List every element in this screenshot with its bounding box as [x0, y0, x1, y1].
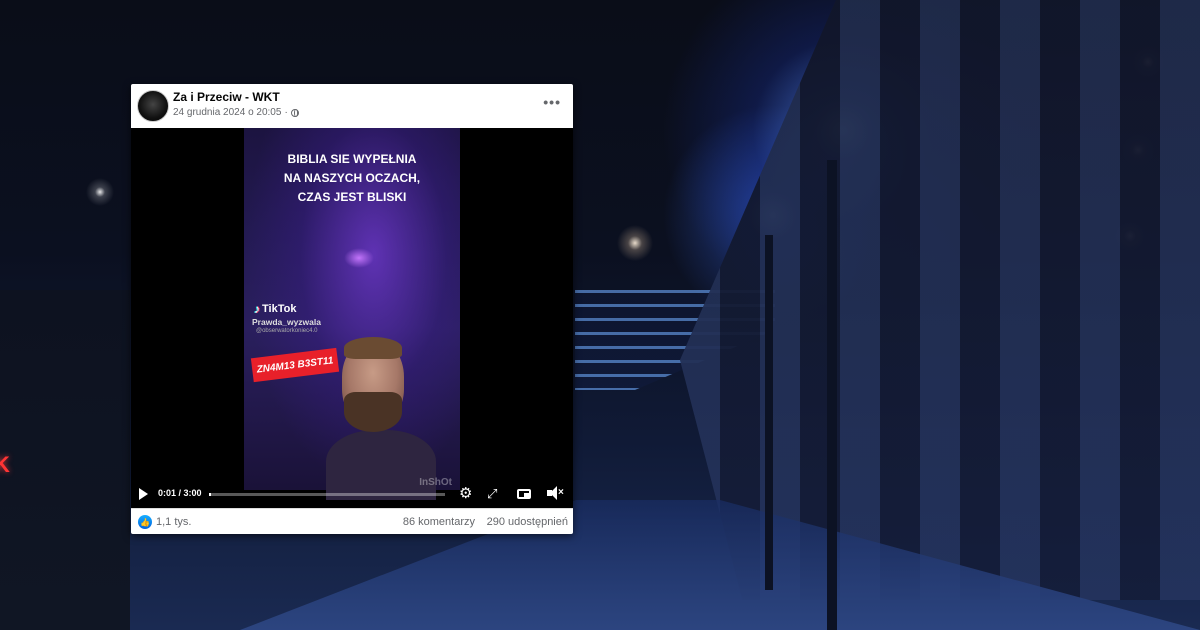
progress-bar[interactable] [209, 493, 445, 496]
duration: 3:00 [183, 488, 202, 498]
page-avatar[interactable] [137, 90, 169, 122]
time-separator: / [176, 488, 184, 498]
progress-fill [209, 493, 212, 496]
post-timestamp[interactable]: 24 grudnia 2024 o 20:05 [173, 107, 281, 118]
facebook-post-card: Za i Przeciw - WKT 24 grudnia 2024 o 20:… [131, 84, 573, 534]
play-icon[interactable] [139, 488, 148, 500]
post-meta: 24 grudnia 2024 o 20:05 · [173, 107, 299, 118]
tiktok-logo: ♪ TikTok [254, 302, 296, 316]
expand-icon[interactable]: ⤢ [487, 486, 497, 502]
speaker-cone [550, 486, 557, 500]
comments-count[interactable]: 86 komentarzy [403, 516, 475, 528]
tiktok-label: TikTok [262, 303, 297, 315]
video-caption: BIBLIA SIE WYPEŁNIA NA NASZYCH OCZACH, C… [244, 150, 460, 207]
purple-light [344, 248, 374, 268]
person-beard [344, 392, 402, 432]
video-time: 0:01 / 3:00 [158, 488, 202, 498]
tiktok-handle: Prawda_wyzwala [252, 317, 321, 327]
page-name-link[interactable]: Za i Przeciw - WKT [173, 90, 280, 104]
tiktok-note-icon: ♪ [254, 302, 260, 316]
post-header: Za i Przeciw - WKT 24 grudnia 2024 o 20:… [131, 84, 573, 128]
red-neon-sign: K [0, 452, 10, 477]
mute-mark: × [558, 487, 564, 498]
shares-count[interactable]: 290 udostępnień [487, 516, 568, 528]
more-options-icon[interactable]: ••• [543, 94, 561, 110]
gear-icon[interactable]: ⚙ [459, 486, 472, 502]
video-player[interactable]: BIBLIA SIE WYPEŁNIA NA NASZYCH OCZACH, C… [131, 128, 573, 508]
picture-in-picture-icon[interactable] [517, 489, 531, 499]
caption-line: CZAS JEST BLISKI [297, 190, 407, 204]
caption-line: BIBLIA SIE WYPEŁNIA [287, 152, 417, 166]
left-wall-background [0, 290, 130, 630]
post-footer: 👍 1,1 tys. 86 komentarzy 290 udostępnień [131, 508, 573, 534]
red-sticker: ZN4M13 B3ST11 [250, 347, 340, 383]
thumbs-up-icon: 👍 [138, 515, 152, 529]
caption-line: NA NASZYCH OCZACH, [283, 171, 421, 185]
person-hair [344, 337, 402, 359]
globe-icon [290, 108, 299, 117]
lamp-post [765, 235, 773, 590]
video-controls: 0:01 / 3:00 ⚙ ⤢ × [131, 480, 573, 508]
person-in-video [326, 337, 436, 500]
current-time: 0:01 [158, 488, 177, 498]
tiktok-sub-handle: @obserwatorkoniec4.0 [256, 328, 318, 334]
reactions-count[interactable]: 1,1 tys. [156, 516, 191, 528]
meta-separator: · [284, 107, 288, 118]
lamp-post [827, 160, 837, 630]
video-frame: BIBLIA SIE WYPEŁNIA NA NASZYCH OCZACH, C… [244, 128, 460, 500]
